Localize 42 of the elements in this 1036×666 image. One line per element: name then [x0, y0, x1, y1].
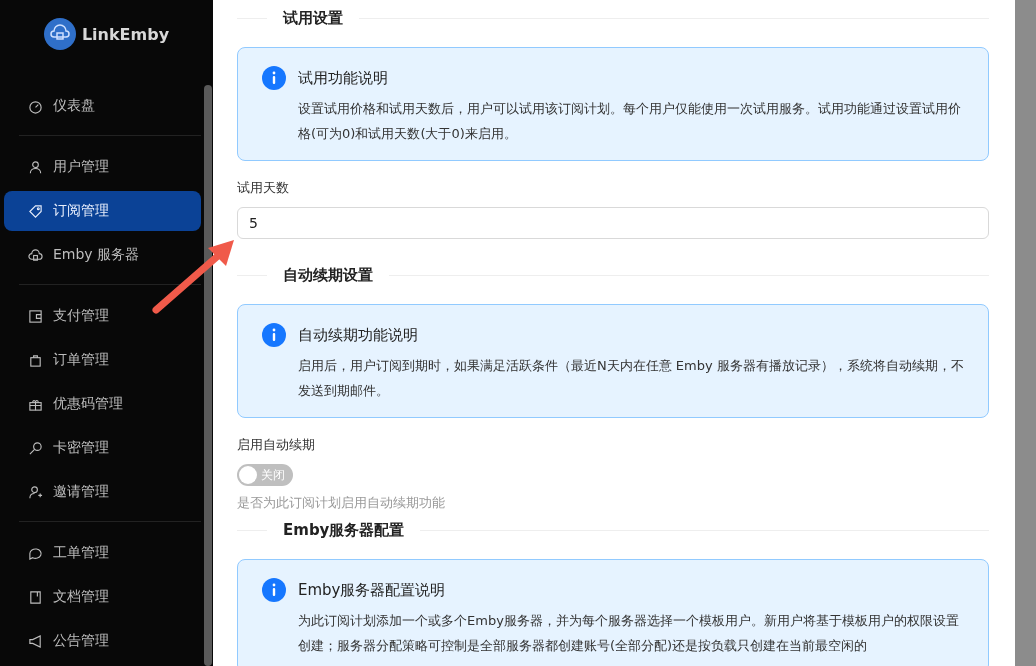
info-icon [262, 323, 286, 347]
input-field[interactable]: 5 [237, 207, 989, 239]
nav-item[interactable]: Emby 服务器 [4, 235, 201, 275]
nav-item[interactable]: 文档管理 [4, 577, 201, 617]
info-title: 自动续期功能说明 [298, 325, 419, 346]
bag-icon [28, 352, 43, 368]
chat-icon [28, 545, 43, 561]
search-icon [28, 440, 43, 456]
book-icon [28, 589, 43, 605]
section-title: Emby服务器配置 [283, 520, 405, 540]
gauge-icon [28, 98, 43, 114]
nav-item[interactable]: 优惠码管理 [4, 384, 201, 424]
field-label: 启用自动续期 [237, 436, 316, 454]
megaphone-icon [28, 633, 43, 649]
nav-item[interactable]: 仪表盘 [4, 86, 201, 126]
tag-icon [28, 203, 43, 219]
wallet-icon [28, 308, 43, 324]
nav-item[interactable]: 订阅管理 [4, 191, 201, 231]
nav-item[interactable]: 支付管理 [4, 296, 201, 336]
info-title: Emby服务器配置说明 [298, 580, 447, 601]
info-description: 设置试用价格和试用天数后，用户可以试用该订阅计划。每个用户仅能使用一次试用服务。试用功能通过设置试用价格(可为0)和试用天数(大于0)来启用。 [298, 100, 962, 143]
nav-item[interactable]: 卡密管理 [4, 428, 201, 468]
info-icon [262, 66, 286, 90]
section-title: 自动续期设置 [283, 265, 373, 285]
nav-item[interactable]: 用户管理 [4, 147, 201, 187]
nav-item[interactable]: 公告管理 [4, 621, 201, 661]
field-hint: 是否为此订阅计划启用自动续期功能 [237, 494, 446, 512]
nav-item[interactable]: 订单管理 [4, 340, 201, 380]
nav-item[interactable]: 工单管理 [4, 533, 201, 573]
app-name: LinkEmby [81, 24, 170, 44]
field-label: 试用天数 [237, 179, 290, 197]
logo-icon [43, 18, 76, 50]
user-plus-icon [28, 484, 43, 500]
info-description: 为此订阅计划添加一个或多个Emby服务器，并为每个服务器选择一个模板用户。新用户将基于模板用户的权限设置创建；服务器分配策略可控制是全部服务器都创建账号(全部分配)还是按负载只创建在当前最空闲的 [298, 612, 960, 655]
info-description: 启用后，用户订阅到期时，如果满足活跃条件（最近N天内在任意 Emby 服务器有播放记录），系统将自动续期，不发送到期邮件。 [298, 357, 965, 400]
cloud-icon [28, 247, 43, 263]
nav-item[interactable]: 邀请管理 [4, 472, 201, 512]
scrollbar[interactable] [204, 85, 212, 666]
section-title: 试用设置 [283, 8, 343, 28]
user-icon [28, 159, 43, 175]
info-title: 试用功能说明 [298, 68, 389, 89]
info-icon [262, 578, 286, 602]
